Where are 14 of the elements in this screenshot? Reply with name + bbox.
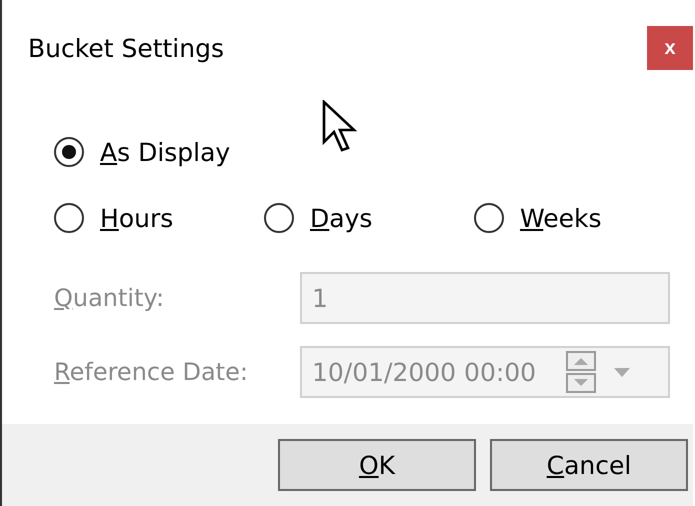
spin-down-icon[interactable] (566, 373, 596, 393)
field-label: Reference Date: (54, 358, 249, 386)
radio-button[interactable]: Hours (54, 203, 264, 233)
dialog-button[interactable]: Cancel (490, 439, 688, 491)
radio-button[interactable]: Weeks (474, 203, 684, 233)
radio-button[interactable]: As Display (54, 137, 230, 167)
radio-button[interactable]: Days (264, 203, 474, 233)
field-label: Quantity: (54, 284, 166, 312)
dialog-button[interactable]: OK (278, 439, 476, 491)
spin-up-icon[interactable] (566, 351, 596, 371)
dropdown-arrow-icon[interactable] (614, 368, 630, 376)
mouse-pointer-icon (322, 100, 358, 154)
close-button[interactable]: x (647, 26, 693, 70)
window-title: Bucket Settings (28, 34, 224, 63)
